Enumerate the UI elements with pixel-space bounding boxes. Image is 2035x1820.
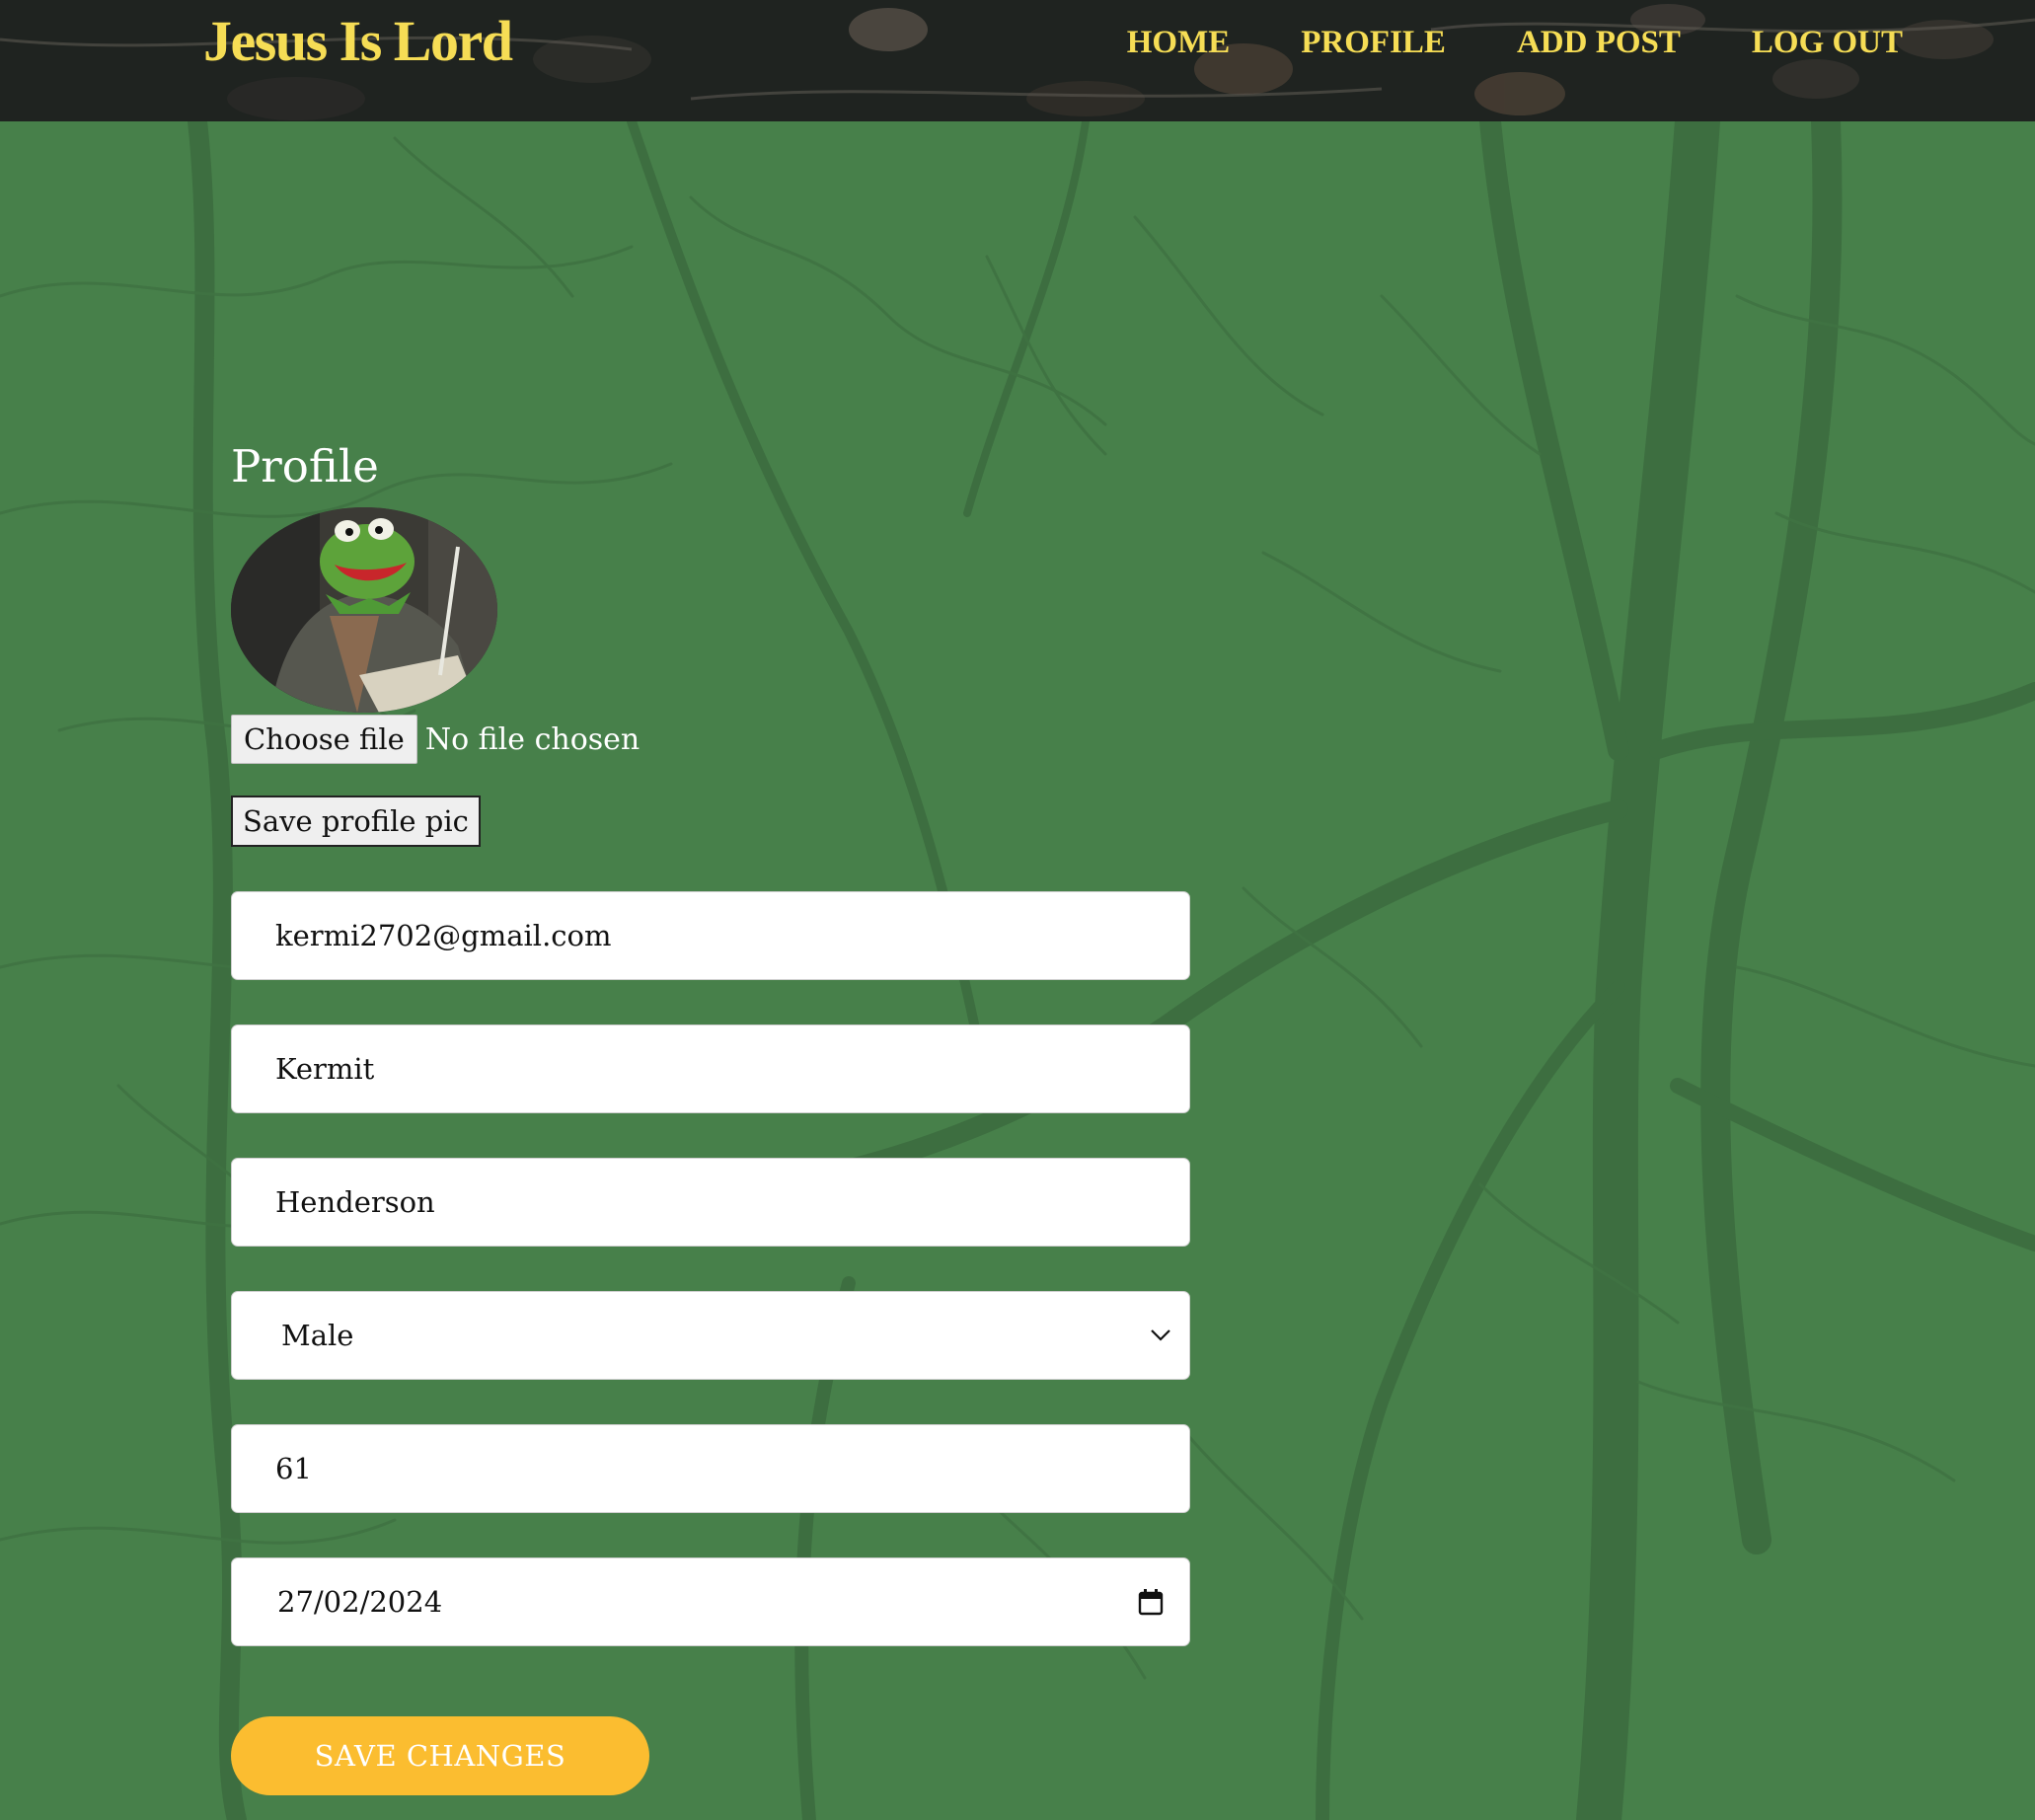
- file-upload-row: Choose file No file chosen: [231, 715, 640, 764]
- main-nav: HOME PROFILE ADD POST LOG OUT: [1127, 22, 1903, 63]
- email-field[interactable]: kermi2702@gmail.com: [231, 891, 1190, 980]
- date-value: 27/02/2024: [277, 1585, 443, 1619]
- choose-file-button[interactable]: Choose file: [231, 715, 417, 764]
- age-value: 61: [275, 1452, 312, 1485]
- profile-avatar: [231, 507, 497, 713]
- gender-value: Male: [281, 1319, 354, 1352]
- kermit-avatar-image: [231, 507, 497, 713]
- profile-form: Profile Choose file No file chosen Save …: [231, 432, 1190, 1795]
- page-title: Profile: [231, 440, 379, 493]
- last-name-value: Henderson: [275, 1185, 435, 1219]
- nav-log-out-link[interactable]: LOG OUT: [1752, 22, 1903, 63]
- site-logo[interactable]: Jesus Is Lord: [203, 6, 513, 77]
- gender-select[interactable]: Male: [231, 1291, 1190, 1380]
- last-name-field[interactable]: Henderson: [231, 1158, 1190, 1247]
- chevron-down-icon: [1150, 1328, 1171, 1342]
- first-name-field[interactable]: Kermit: [231, 1024, 1190, 1113]
- nav-profile-link[interactable]: PROFILE: [1301, 22, 1446, 63]
- save-profile-pic-button[interactable]: Save profile pic: [231, 796, 481, 847]
- email-value: kermi2702@gmail.com: [275, 919, 612, 952]
- age-field[interactable]: 61: [231, 1424, 1190, 1513]
- file-status-text: No file chosen: [424, 721, 641, 757]
- nav-home-link[interactable]: HOME: [1127, 22, 1231, 63]
- site-header: Jesus Is Lord HOME PROFILE ADD POST LOG …: [0, 0, 2035, 121]
- date-field[interactable]: 27/02/2024: [231, 1557, 1190, 1646]
- first-name-value: Kermit: [275, 1052, 375, 1086]
- nav-add-post-link[interactable]: ADD POST: [1517, 22, 1681, 63]
- calendar-icon[interactable]: [1138, 1588, 1164, 1616]
- save-changes-button[interactable]: SAVE CHANGES: [231, 1716, 649, 1795]
